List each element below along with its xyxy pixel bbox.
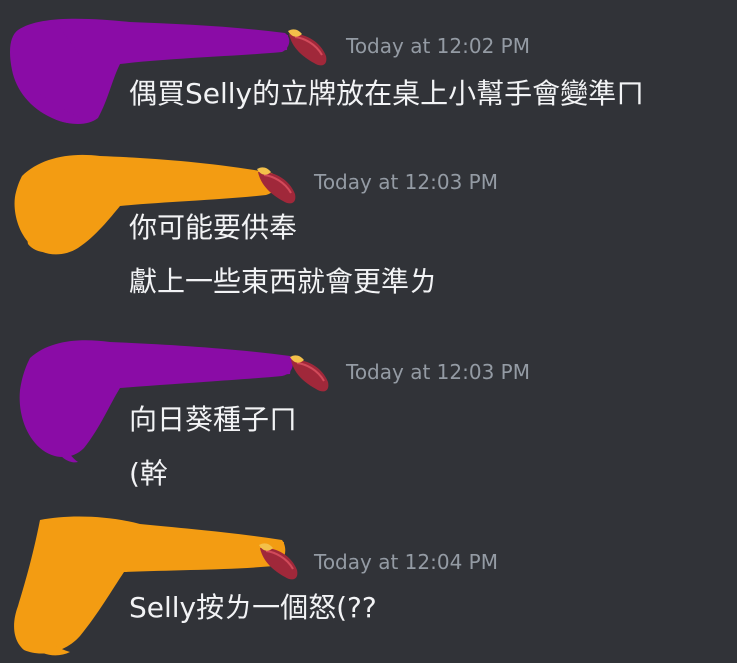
redacted-avatar-username-scribble [14, 516, 286, 656]
message-text-line: Selly按ㄌ一個怒(?? [129, 591, 377, 624]
sweet-potato-icon [259, 543, 298, 580]
message-text-line: 獻上一些東西就會更準ㄌ [129, 265, 438, 298]
chat-message[interactable]: Today at 12:03 PM 你可能要供奉 獻上一些東西就會更準ㄌ [0, 140, 737, 330]
sweet-potato-icon [257, 167, 296, 204]
message-timestamp: Today at 12:04 PM [314, 550, 498, 574]
sweet-potato-icon [290, 355, 329, 392]
message-timestamp: Today at 12:03 PM [314, 170, 498, 194]
message-text-line: 偶買Selly的立牌放在桌上小幫手會變準ㄇ [129, 77, 645, 110]
message-timestamp: Today at 12:03 PM [346, 360, 530, 384]
chat-message[interactable]: Today at 12:02 PM 偶買Selly的立牌放在桌上小幫手會變準ㄇ [0, 0, 737, 140]
message-timestamp: Today at 12:02 PM [346, 34, 530, 58]
chat-message[interactable]: Today at 12:04 PM Selly按ㄌ一個怒(?? [0, 510, 737, 663]
sweet-potato-icon [288, 29, 327, 66]
message-text-line: 你可能要供奉 [129, 211, 298, 244]
message-text-line: 向日葵種子ㄇ [129, 403, 298, 436]
redacted-avatar-username-scribble [10, 18, 290, 124]
chat-message[interactable]: Today at 12:03 PM 向日葵種子ㄇ (幹 [0, 330, 737, 510]
message-text-line: (幹 [129, 457, 168, 490]
